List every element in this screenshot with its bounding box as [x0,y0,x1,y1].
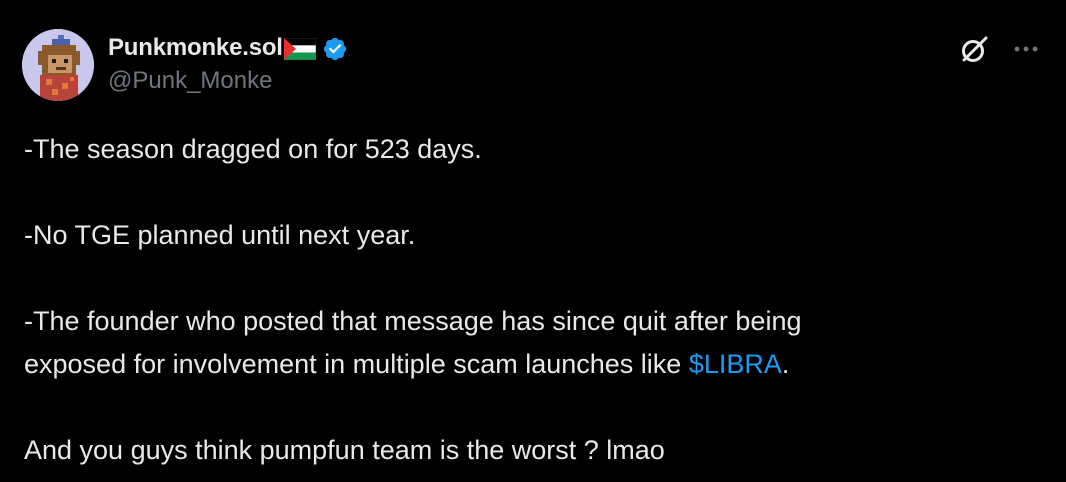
author-name-row: Punkmonke.sol [108,30,348,66]
avatar[interactable] [22,29,94,101]
author-handle[interactable]: @Punk_Monke [108,67,272,95]
pixel-monkey-avatar [22,29,94,101]
verified-badge-icon[interactable] [322,36,348,62]
tweet-line-season: -The season dragged on for 523 days. [24,134,482,164]
cashtag-link[interactable]: $LIBRA [689,349,782,379]
tweet-line-exposed-text: exposed for involvement in multiple scam… [24,349,689,379]
tweet-line-tge: -No TGE planned until next year. [24,220,416,250]
author-display-name[interactable]: Punkmonke.sol [108,34,283,62]
tweet-card: Punkmonke.sol @Punk_Monke -The season dr… [0,0,1066,482]
palestine-flag-icon [283,38,316,60]
more-icon[interactable] [1009,32,1043,66]
grok-icon[interactable] [958,32,992,66]
tweet-line-exposed: exposed for involvement in multiple scam… [24,343,1024,386]
tweet-line-founder: -The founder who posted that message has… [24,306,802,336]
tweet-text: -The season dragged on for 523 days. -No… [24,128,1024,472]
tweet-line-period: . [781,349,790,379]
tweet-line-pumpfun: And you guys think pumpfun team is the w… [24,435,665,465]
